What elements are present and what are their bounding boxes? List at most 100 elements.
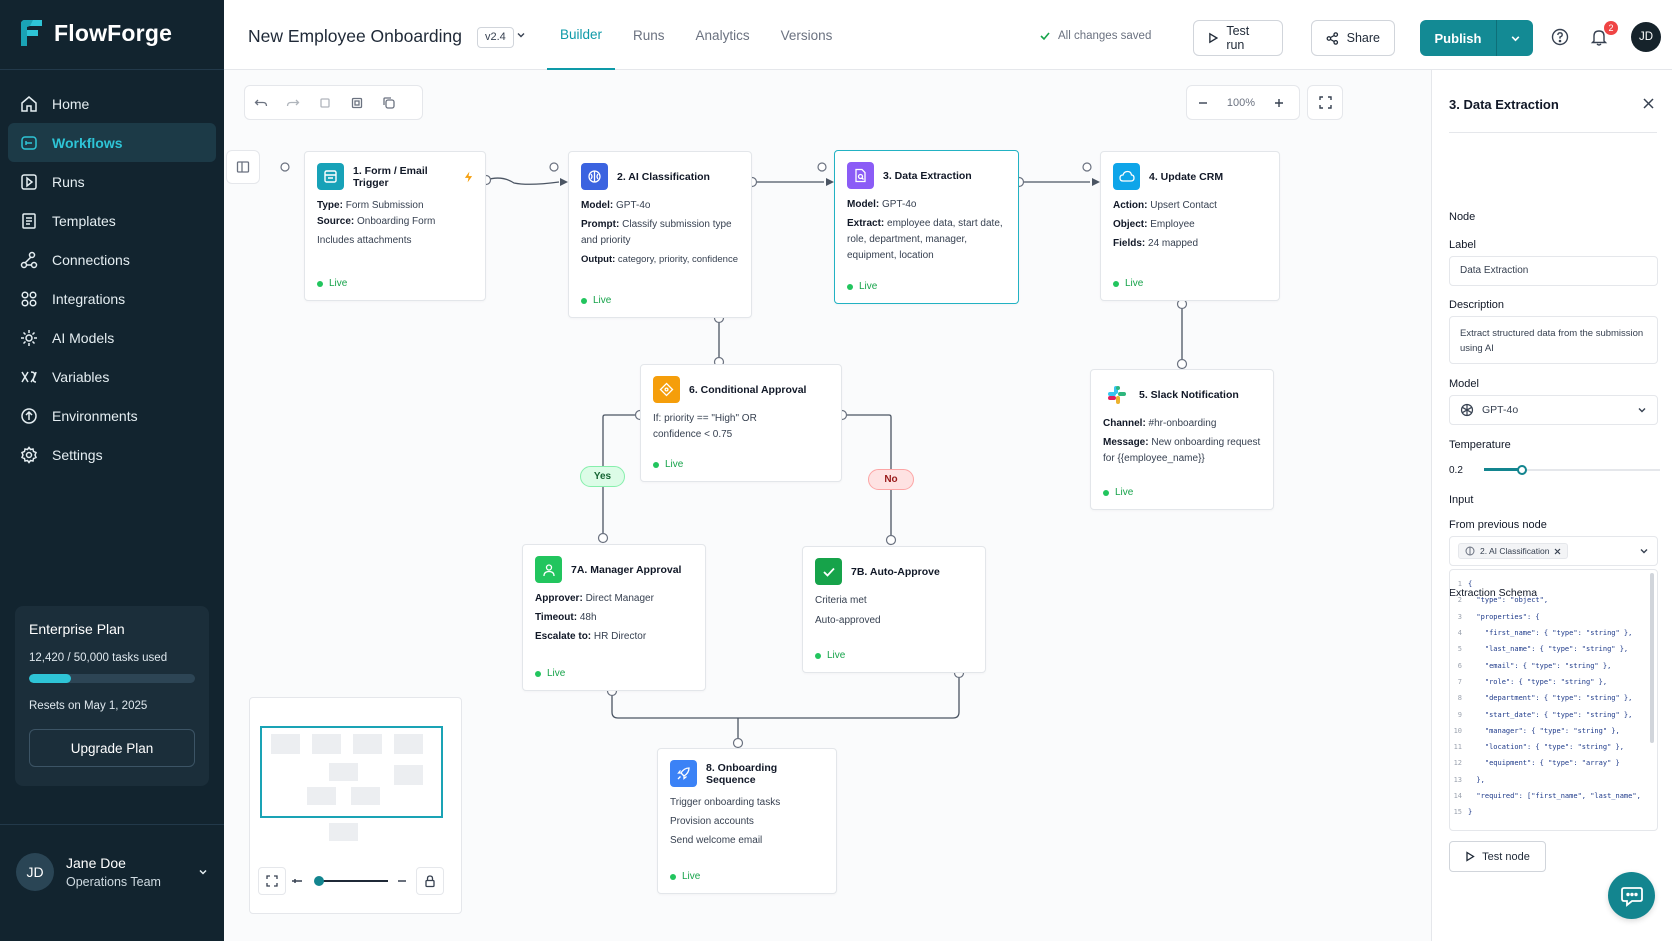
avatar[interactable]: JD (1631, 22, 1661, 52)
code-text: "first_name": { "type": "string" }, (1468, 629, 1633, 638)
save-status: All changes saved (1039, 30, 1151, 42)
minimap[interactable] (249, 697, 462, 914)
node-data-extraction[interactable]: 3. Data Extraction Model: GPT-4o Extract… (834, 150, 1019, 304)
status-badge: Live (1103, 487, 1133, 498)
sidebar-item-ai-models[interactable]: AI Models (8, 318, 216, 357)
sidebar-item-home[interactable]: Home (8, 84, 216, 123)
code-line: 4 "first_name": { "type": "string" }, (1450, 625, 1657, 641)
node-manager-approval[interactable]: 7A. Manager Approval Approver: Direct Ma… (522, 544, 706, 691)
brain-icon (581, 163, 608, 190)
chevron-down-icon[interactable] (516, 30, 526, 40)
sidebar-item-label: Home (52, 95, 90, 112)
node-field-value: GPT-4o (879, 199, 917, 210)
code-line: 5 "last_name": { "type": "string" }, (1450, 641, 1657, 657)
sidebar-item-integrations[interactable]: Integrations (8, 279, 216, 318)
templates-icon (22, 212, 36, 229)
status-badge: Live (847, 281, 877, 292)
rocket-icon (670, 760, 697, 787)
user-menu[interactable]: JD Jane Doe Operations Team (16, 853, 208, 891)
node-title: 4. Update CRM (1149, 170, 1224, 183)
node-onboarding-sequence[interactable]: 8. Onboarding Sequence Trigger onboardin… (657, 748, 837, 894)
model-select[interactable]: GPT-4o (1449, 395, 1658, 425)
zoom-slider-thumb[interactable] (314, 876, 324, 886)
sidebar-item-settings[interactable]: Settings (8, 435, 216, 474)
status-badge: Live (317, 278, 347, 289)
publish-button[interactable]: Publish (1420, 20, 1533, 56)
code-text: } (1468, 808, 1473, 817)
flowforge-logo-icon (21, 20, 42, 46)
help-icon[interactable] (1551, 28, 1569, 46)
temperature-slider-thumb[interactable] (1517, 465, 1527, 475)
test-node-label: Test node (1482, 850, 1530, 863)
fit-view-icon (266, 875, 278, 887)
node-slack-notification[interactable]: 5. Slack Notification Channel: #hr-onboa… (1090, 369, 1274, 510)
user-team: Operations Team (66, 875, 161, 889)
node-form-email-trigger[interactable]: 1. Form / Email Trigger Type: Form Submi… (304, 151, 486, 301)
node-conditional-approval[interactable]: 6. Conditional Approval If: priority == … (640, 364, 842, 482)
description-input[interactable]: Extract structured data from the submiss… (1449, 316, 1658, 364)
zoom-slider[interactable] (318, 880, 388, 882)
status-badge: Live (670, 871, 700, 882)
node-field-value: Upsert Contact (1147, 200, 1217, 211)
status-badge: Live (815, 650, 845, 661)
sidebar-item-connections[interactable]: Connections (8, 240, 216, 279)
node-field-key: Fields: (1113, 238, 1146, 249)
label-input[interactable]: Data Extraction (1449, 256, 1658, 286)
share-button[interactable]: Share (1311, 20, 1395, 56)
check-icon (1040, 32, 1050, 41)
code-line: 13 }, (1450, 772, 1657, 788)
tab-versions[interactable]: Versions (768, 0, 846, 70)
sidebar-item-runs[interactable]: Runs (8, 162, 216, 201)
home-icon (21, 95, 37, 112)
input-label: Input (1449, 494, 1474, 506)
node-field-key: Extract: (847, 218, 885, 229)
plan-reset: Resets on May 1, 2025 (29, 700, 148, 712)
publish-dropdown[interactable] (1497, 33, 1533, 44)
tab-builder[interactable]: Builder (547, 0, 616, 70)
workflow-title[interactable]: New Employee Onboarding (248, 26, 462, 47)
test-node-button[interactable]: Test node (1449, 841, 1546, 872)
node-auto-approve[interactable]: 7B. Auto-Approve Criteria met Auto-appro… (802, 546, 986, 673)
zoom-out-icon[interactable] (290, 876, 304, 886)
node-update-crm[interactable]: 4. Update CRM Action: Upsert Contact Obj… (1100, 151, 1280, 301)
version-badge[interactable]: v2.4 (477, 27, 514, 48)
chat-icon (1620, 886, 1643, 907)
lock-button[interactable] (416, 867, 444, 895)
node-field-key: Type: (317, 200, 343, 211)
tab-runs[interactable]: Runs (620, 0, 678, 70)
close-icon[interactable] (1642, 97, 1655, 110)
node-field-key: Object: (1113, 219, 1148, 230)
code-text: "type": "object", (1468, 596, 1549, 605)
sidebar-item-workflows[interactable]: Workflows (8, 123, 216, 162)
schema-editor[interactable]: 1{2 "type": "object", 3 "properties": {4 … (1449, 569, 1658, 831)
remove-chip-icon[interactable] (1554, 548, 1561, 555)
sidebar-item-label: Templates (52, 212, 116, 229)
upgrade-plan-button[interactable]: Upgrade Plan (29, 729, 195, 767)
line-number: 9 (1457, 710, 1462, 719)
logo[interactable]: FlowForge (18, 18, 172, 48)
node-field-value: Direct Manager (582, 593, 654, 604)
port (1176, 358, 1188, 370)
branch-no-label: No (868, 469, 914, 490)
input-source-select[interactable]: 2. AI Classification (1449, 536, 1658, 566)
node-ai-classification[interactable]: 2. AI Classification Model: GPT-4o Promp… (568, 151, 752, 318)
sidebar-item-variables[interactable]: Variables (8, 357, 216, 396)
test-run-button[interactable]: Test run (1193, 20, 1283, 56)
node-field-value: #hr-onboarding (1145, 418, 1217, 429)
code-text: "start_date": { "type": "string" }, (1468, 710, 1633, 719)
code-text: "equipment": { "type": "array" } (1468, 759, 1620, 768)
chat-button[interactable] (1608, 872, 1655, 919)
minimap-fit-button[interactable] (258, 867, 286, 895)
node-title: 7A. Manager Approval (571, 563, 682, 576)
integrations-icon (21, 290, 37, 307)
sidebar-item-environments[interactable]: Environments (8, 396, 216, 435)
tab-analytics[interactable]: Analytics (683, 0, 763, 70)
node-field-value: Provision accounts (670, 816, 754, 827)
sidebar-item-label: Variables (52, 368, 110, 385)
node-field-value: GPT-4o (613, 200, 651, 211)
scrollbar[interactable] (1650, 573, 1654, 743)
sidebar-item-templates[interactable]: Templates (8, 201, 216, 240)
code-text: { (1468, 580, 1473, 589)
zoom-in-icon[interactable] (396, 876, 408, 886)
avatar: JD (16, 853, 54, 891)
